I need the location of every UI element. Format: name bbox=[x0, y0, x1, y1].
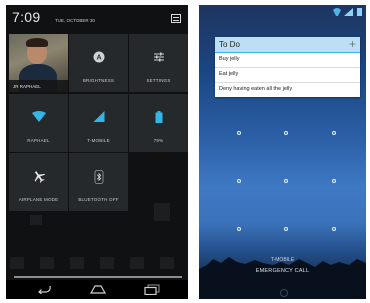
pattern-dot[interactable] bbox=[332, 131, 336, 135]
todo-item-text: Buy jelly bbox=[219, 56, 240, 62]
user-name: JR RAPHAEL bbox=[13, 84, 41, 89]
settings-shortcut-icon[interactable] bbox=[171, 14, 181, 23]
brightness-icon: A bbox=[93, 51, 104, 63]
list-item[interactable]: Buy jelly bbox=[215, 53, 360, 68]
background-shadow bbox=[70, 257, 84, 269]
back-arrow-icon[interactable] bbox=[36, 284, 52, 294]
navigation-bar bbox=[6, 280, 188, 299]
background-shadow bbox=[10, 257, 24, 269]
tile-label: 79% bbox=[153, 138, 164, 143]
quick-settings-panel: 7:09 TUE, OCTOBER 30 JR RAPHAEL A BRIGHT… bbox=[6, 5, 188, 299]
background-shadow bbox=[30, 215, 42, 225]
airplane-icon bbox=[34, 171, 45, 183]
tile-label: RAPHAEL bbox=[27, 138, 50, 143]
clock: 7:09 bbox=[12, 9, 41, 25]
background-shadow bbox=[154, 203, 170, 221]
todo-widget[interactable]: To Do + Buy jelly Eat jelly Deny having … bbox=[215, 37, 360, 97]
todo-widget-header: To Do + bbox=[215, 37, 360, 53]
bluetooth-icon bbox=[94, 170, 103, 184]
pattern-dot[interactable] bbox=[237, 179, 241, 183]
background-shadow bbox=[130, 257, 144, 269]
quick-settings-header: 7:09 TUE, OCTOBER 30 bbox=[6, 5, 188, 31]
tile-user[interactable]: JR RAPHAEL bbox=[9, 34, 68, 92]
tile-battery[interactable]: 79% bbox=[129, 94, 188, 152]
list-item[interactable]: Eat jelly bbox=[215, 68, 360, 83]
tile-airplane-mode[interactable]: AIRPLANE MODE bbox=[9, 153, 68, 211]
tile-label: SETTINGS bbox=[146, 78, 171, 83]
background-shadow bbox=[160, 257, 174, 269]
battery-icon bbox=[155, 111, 162, 123]
battery-status-icon bbox=[357, 8, 362, 16]
list-item[interactable]: Deny having eaten all the jelly bbox=[215, 83, 360, 97]
emergency-call-button[interactable]: EMERGENCY CALL bbox=[199, 268, 366, 274]
wifi-status-icon bbox=[332, 8, 342, 16]
tile-settings[interactable]: SETTINGS bbox=[129, 34, 188, 92]
tile-label: BLUETOOTH OFF bbox=[78, 197, 119, 202]
recent-apps-icon[interactable] bbox=[144, 284, 160, 295]
tile-brightness[interactable]: A BRIGHTNESS bbox=[69, 34, 128, 92]
tile-label: T-MOBILE bbox=[87, 138, 110, 143]
tile-bluetooth[interactable]: BLUETOOTH OFF bbox=[69, 153, 128, 211]
home-icon[interactable] bbox=[89, 284, 107, 294]
signal-status-icon bbox=[344, 8, 353, 16]
tile-wifi[interactable]: RAPHAEL bbox=[9, 94, 68, 152]
signal-icon bbox=[93, 111, 104, 122]
unlock-handle-icon[interactable] bbox=[280, 289, 288, 297]
pattern-dot[interactable] bbox=[284, 179, 288, 183]
tile-label: BRIGHTNESS bbox=[82, 78, 115, 83]
panel-handle[interactable] bbox=[14, 276, 182, 278]
lock-screen: To Do + Buy jelly Eat jelly Deny having … bbox=[199, 5, 366, 299]
sliders-icon bbox=[153, 52, 164, 62]
tile-label: AIRPLANE MODE bbox=[18, 197, 59, 202]
wifi-icon bbox=[31, 111, 46, 122]
svg-text:A: A bbox=[96, 55, 101, 62]
background-shadow bbox=[40, 257, 54, 269]
todo-item-text: Eat jelly bbox=[219, 71, 239, 77]
date: TUE, OCTOBER 30 bbox=[55, 18, 95, 23]
pattern-dot[interactable] bbox=[332, 179, 336, 183]
tile-mobile-data[interactable]: T-MOBILE bbox=[69, 94, 128, 152]
todo-widget-title: To Do bbox=[219, 40, 240, 49]
todo-item-text: Deny having eaten all the jelly bbox=[219, 86, 293, 92]
background-shadow bbox=[100, 257, 114, 269]
pattern-dot[interactable] bbox=[237, 131, 241, 135]
pattern-dot[interactable] bbox=[284, 131, 288, 135]
add-icon[interactable]: + bbox=[349, 38, 356, 50]
carrier-label: T-MOBILE bbox=[270, 257, 295, 263]
